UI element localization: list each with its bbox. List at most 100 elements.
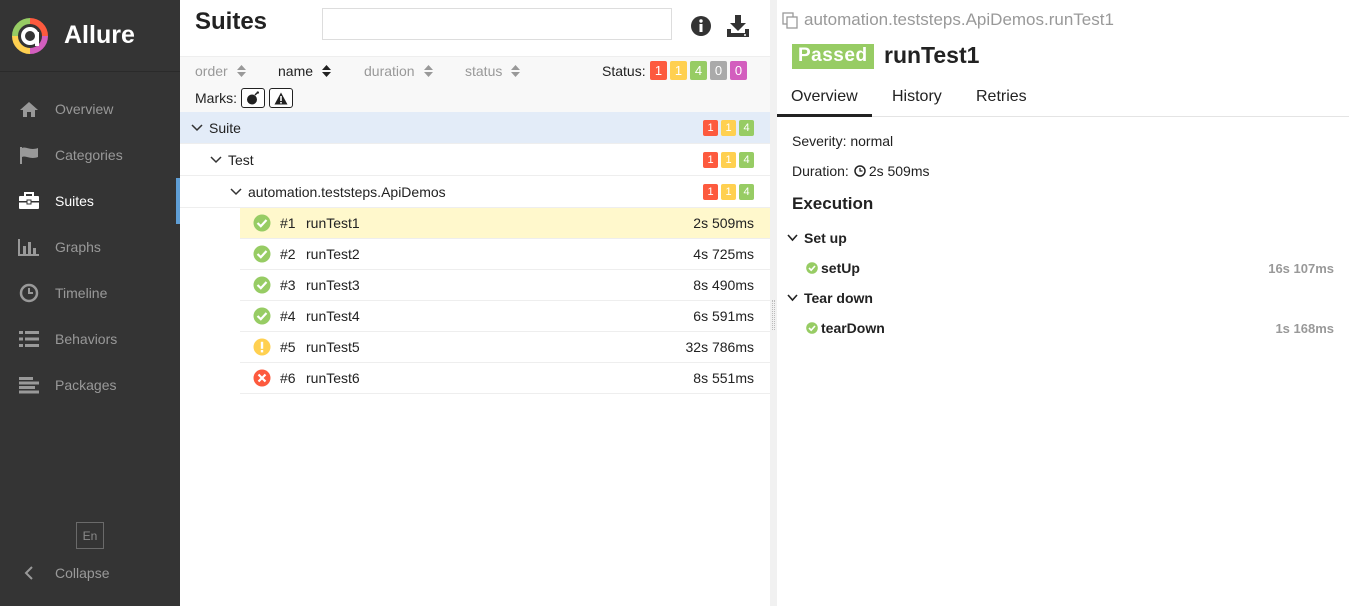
marks-filter: Marks: — [195, 88, 293, 108]
test-number: #3 — [280, 277, 296, 293]
sort-duration[interactable]: duration — [364, 63, 433, 79]
group-label: Test — [228, 151, 254, 168]
tab-overview[interactable]: Overview — [777, 88, 872, 117]
execution-heading: Execution — [792, 194, 874, 213]
language-button[interactable]: En — [76, 522, 104, 549]
test-number: #6 — [280, 370, 296, 386]
test-row[interactable]: #5 runTest5 32s 786ms — [240, 332, 770, 363]
passed-icon — [253, 307, 271, 325]
setup-section[interactable]: Set up — [787, 230, 847, 246]
status-failed-toggle[interactable]: 1 — [650, 61, 667, 80]
sort-icon — [236, 65, 246, 77]
flag-icon — [18, 145, 40, 165]
test-row[interactable]: #1 runTest1 2s 509ms — [240, 208, 770, 239]
broken-icon — [253, 338, 271, 356]
sidebar-item-label: Packages — [55, 377, 117, 393]
pane-splitter[interactable] — [770, 0, 777, 606]
tree-group-suite[interactable]: Suite 1 1 4 — [180, 112, 770, 144]
tree-group-class[interactable]: automation.teststeps.ApiDemos 1 1 4 — [180, 176, 770, 208]
brand[interactable]: Allure — [0, 0, 180, 72]
sort-label: name — [278, 63, 314, 79]
tree-group-test[interactable]: Test 1 1 4 — [180, 144, 770, 176]
tab-history[interactable]: History — [892, 88, 942, 117]
failed-count: 1 — [703, 120, 718, 136]
info-icon[interactable] — [690, 15, 712, 37]
app-name: Allure — [64, 21, 135, 49]
sidebar-item-overview[interactable]: Overview — [0, 86, 180, 132]
test-row[interactable]: #2 runTest2 4s 725ms — [240, 239, 770, 270]
search-input[interactable] — [322, 8, 672, 40]
clock-icon — [854, 165, 866, 177]
status-broken-toggle[interactable]: 1 — [670, 61, 687, 80]
passed-count: 4 — [739, 184, 754, 200]
sidebar-item-label: Timeline — [55, 285, 108, 301]
page-title: Suites — [195, 8, 268, 35]
duration: Duration: 2s 509ms — [792, 163, 930, 179]
status-passed-toggle[interactable]: 4 — [690, 61, 707, 80]
duration-label: Duration: — [792, 163, 849, 179]
sort-label: status — [465, 63, 503, 79]
teardown-step[interactable]: tearDown 1s 168ms — [806, 320, 1334, 336]
splitter-grip[interactable] — [772, 300, 775, 330]
sort-icon — [322, 65, 332, 77]
sort-label: order — [195, 63, 228, 79]
group-label: automation.teststeps.ApiDemos — [248, 183, 446, 200]
sort-status[interactable]: status — [465, 63, 521, 79]
status-skipped-toggle[interactable]: 0 — [710, 61, 727, 80]
test-name: runTest6 — [306, 370, 360, 386]
home-icon — [18, 99, 40, 119]
test-row[interactable]: #3 runTest3 8s 490ms — [240, 270, 770, 301]
sidebar-item-label: Behaviors — [55, 331, 118, 347]
passed-icon — [806, 262, 818, 274]
test-full-name: automation.teststeps.ApiDemos.runTest1 — [782, 10, 1114, 30]
failed-icon — [253, 369, 271, 387]
test-name: runTest1 — [306, 215, 360, 231]
sidebar-item-packages[interactable]: Packages — [0, 362, 180, 408]
collapse-button[interactable]: Collapse — [18, 560, 109, 586]
chevron-down-icon — [230, 187, 242, 195]
detail-tabs: Overview History Retries — [777, 80, 1349, 117]
step-duration: 16s 107ms — [1268, 260, 1334, 276]
suites-tree: Suite 1 1 4 Test 1 1 4 automation.testst… — [180, 112, 770, 394]
status-badge: Passed — [792, 44, 874, 69]
tab-retries[interactable]: Retries — [976, 88, 1027, 117]
sort-name[interactable]: name — [278, 63, 332, 79]
teardown-section[interactable]: Tear down — [787, 290, 873, 306]
test-name: runTest2 — [306, 246, 360, 262]
chevron-left-icon — [18, 566, 40, 580]
warning-icon — [274, 92, 288, 104]
test-row[interactable]: #4 runTest4 6s 591ms — [240, 301, 770, 332]
test-number: #4 — [280, 308, 296, 324]
passed-count: 4 — [739, 152, 754, 168]
sidebar-nav: Overview Categories Suites Graphs Timeli… — [0, 86, 180, 408]
group-label: Suite — [209, 119, 241, 136]
sidebar-item-label: Graphs — [55, 239, 101, 255]
allure-logo-icon — [12, 17, 48, 54]
passed-count: 4 — [739, 120, 754, 136]
flaky-mark-toggle[interactable] — [241, 88, 265, 108]
setup-step[interactable]: setUp 16s 107ms — [806, 260, 1334, 276]
sort-label: duration — [364, 63, 415, 79]
suites-pane: Suites order name duration status Status… — [180, 0, 770, 606]
sort-icon — [423, 65, 433, 77]
status-unknown-toggle[interactable]: 0 — [730, 61, 747, 80]
sidebar-item-categories[interactable]: Categories — [0, 132, 180, 178]
test-duration: 8s 490ms — [693, 277, 754, 293]
sort-order[interactable]: order — [195, 63, 246, 79]
test-number: #1 — [280, 215, 296, 231]
copy-icon[interactable] — [782, 11, 799, 29]
sidebar-item-suites[interactable]: Suites — [0, 178, 180, 224]
test-duration: 4s 725ms — [693, 246, 754, 262]
align-left-icon — [18, 375, 40, 395]
new-failed-mark-toggle[interactable] — [269, 88, 293, 108]
marks-label: Marks: — [195, 90, 237, 106]
clock-icon — [18, 283, 40, 303]
download-icon[interactable] — [725, 13, 751, 39]
test-duration: 2s 509ms — [693, 215, 754, 231]
sidebar-item-graphs[interactable]: Graphs — [0, 224, 180, 270]
broken-count: 1 — [721, 152, 736, 168]
full-name-text: automation.teststeps.ApiDemos.runTest1 — [804, 10, 1114, 29]
test-row[interactable]: #6 runTest6 8s 551ms — [240, 363, 770, 394]
sidebar-item-behaviors[interactable]: Behaviors — [0, 316, 180, 362]
sidebar-item-timeline[interactable]: Timeline — [0, 270, 180, 316]
